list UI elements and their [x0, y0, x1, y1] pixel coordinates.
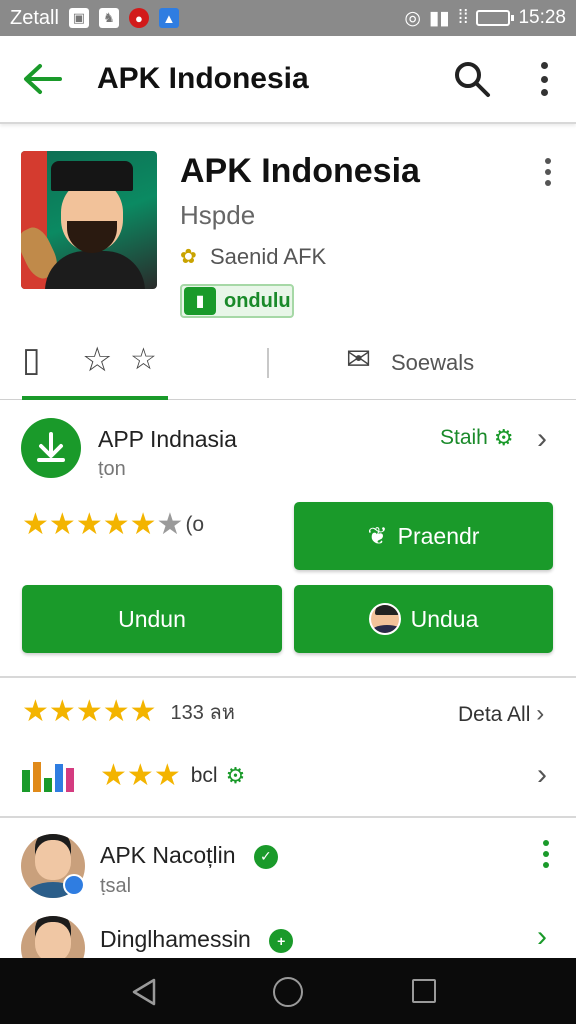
share-icon[interactable]: ✉ [346, 342, 371, 377]
image-notification-icon: ▣ [68, 8, 89, 28]
active-tab-indicator [22, 396, 168, 400]
praendr-button-label: Praendr [397, 522, 480, 549]
person-name: Dinglhamessin [100, 926, 251, 952]
person-subtitle: ṭsal [100, 875, 132, 897]
section-divider [0, 816, 576, 818]
download-circle-icon[interactable] [21, 418, 81, 478]
carrier-label: Zetall [10, 6, 59, 29]
secondary-rating: ★ ★ ★ bcl ⚙ [100, 761, 250, 791]
back-arrow-icon[interactable] [22, 62, 62, 96]
person-more-icon[interactable] [541, 840, 551, 868]
app-name: APK Indonesia [180, 152, 420, 190]
page-title: APK Indonesia [97, 62, 309, 95]
leaf-icon: ❦ [367, 522, 388, 550]
details-link-label: Deta All [458, 703, 531, 726]
undua-button[interactable]: Undua [294, 585, 553, 653]
signal-icon: ▮▮ [428, 7, 450, 29]
nav-home-icon[interactable] [273, 977, 303, 1007]
android-icon: ⚙ [493, 425, 514, 450]
undun-button[interactable]: Undun [22, 585, 282, 653]
rating-count: 133 ลห [170, 702, 235, 724]
undun-button-label: Undun [118, 605, 186, 632]
app-row-link[interactable]: Staih ⚙ [440, 426, 518, 450]
developer-row[interactable]: ✿ Saenid AFK [180, 244, 326, 270]
navigation-bar [0, 958, 576, 1024]
overall-rating: ★ ★ ★ ★ ★ 133 ลห [22, 695, 235, 728]
app-row-subtitle: ṭon [98, 458, 126, 480]
battery-icon [476, 10, 515, 26]
install-chip[interactable]: ▮ ondulu [180, 284, 294, 318]
chevron-right-icon: › [536, 700, 545, 727]
avatar-badge-icon [63, 874, 85, 896]
person-name: APK Nacoțlin [100, 842, 236, 868]
rating-suffix: (o [185, 513, 205, 536]
chevron-right-icon[interactable]: › [537, 758, 547, 792]
praendr-button[interactable]: ❦ Praendr [294, 502, 553, 570]
details-link[interactable]: Deta All › [458, 700, 544, 728]
app-row-title: APP Indnasia [98, 426, 237, 452]
verified-badge-icon: + [269, 928, 294, 953]
download-notification-icon: ▲ [158, 8, 179, 28]
app-icon-image [21, 151, 157, 289]
chevron-right-icon[interactable]: › [537, 422, 547, 456]
developer-badge-icon: ✿ [180, 246, 197, 268]
person-name-row[interactable]: APK Nacoțlin ✓ [100, 842, 278, 869]
app-notification-icon: ♞ [98, 8, 119, 28]
install-chip-label: ondulu [224, 289, 291, 312]
star-outline-icon[interactable]: ☆ [130, 342, 157, 377]
app-row-link-label: Staih [440, 426, 488, 449]
chevron-right-icon[interactable]: › [537, 920, 547, 954]
undua-button-label: Undua [410, 605, 479, 632]
app-bar: APK Indonesia [0, 36, 576, 124]
developer-name: Saenid AFK [210, 244, 327, 269]
header-more-icon[interactable] [541, 158, 555, 186]
signal-weak-icon: ⁞⁞ [457, 7, 469, 28]
vodafone-notification-icon: ● [128, 8, 149, 28]
lock-icon: ▮ [184, 287, 216, 315]
search-icon[interactable] [453, 60, 491, 98]
nav-back-icon[interactable] [130, 978, 158, 1006]
user-avatar-icon [368, 603, 401, 635]
alarm-icon: ◎ [404, 7, 421, 29]
bar-chart-icon [22, 762, 80, 792]
star-icon[interactable]: ☆ [82, 340, 112, 380]
tab-row: ▯ ☆ ☆ ✉ Soewals [0, 330, 576, 400]
nav-recents-icon[interactable] [412, 979, 436, 1003]
app-row-rating: ★ ★ ★ ★ ★ ★ (o [22, 508, 205, 541]
clock: 15:28 [518, 7, 566, 28]
verified-badge-icon: ✓ [253, 844, 278, 869]
overflow-menu-icon[interactable] [536, 62, 552, 96]
status-bar: Zetall ▣ ♞ ● ▲ ◎ ▮▮ ⁞⁞ 15:28 [0, 0, 576, 36]
tab-label[interactable]: Soewals [391, 350, 474, 376]
section-divider [0, 676, 576, 678]
app-subtitle: Hspde [180, 200, 256, 230]
person-name-row[interactable]: Dinglhamessin + [100, 926, 294, 953]
like-icon[interactable]: ▯ [22, 340, 41, 380]
android-icon: ⚙ [225, 763, 246, 788]
tab-separator [267, 348, 269, 378]
secondary-rating-label: bcl [190, 764, 218, 787]
